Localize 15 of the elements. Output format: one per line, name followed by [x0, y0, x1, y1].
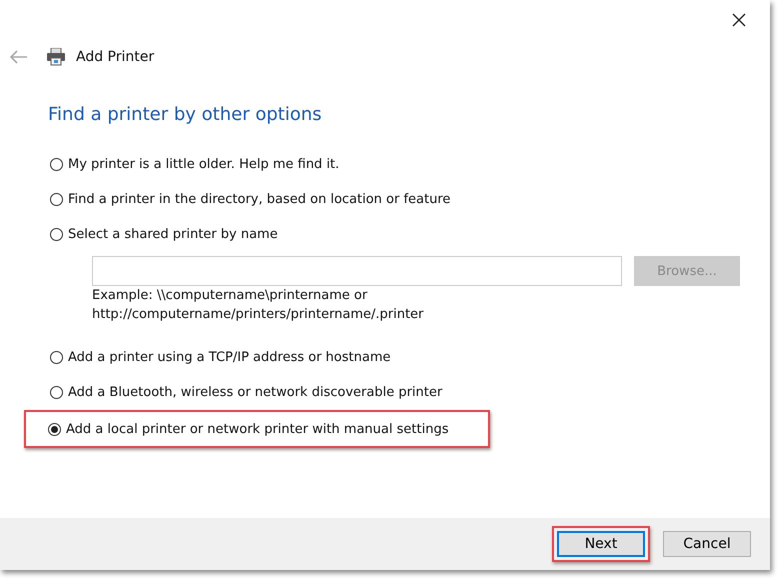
- dialog-button[interactable]: Cancel: [663, 531, 751, 557]
- example-text: http://computername/printers/printername/.printer: [92, 306, 425, 324]
- example-text: Example: \\computername\printername or: [92, 287, 368, 305]
- printer-name-field[interactable]: [92, 256, 622, 286]
- radio-option[interactable]: Add a Bluetooth, wireless or network discoverable printer: [50, 385, 442, 400]
- radio-option[interactable]: My printer is a little older. Help me find it.: [50, 157, 340, 172]
- radio-option[interactable]: Find a printer in the directory, based on location or feature: [50, 192, 451, 207]
- printer-icon: [46, 48, 66, 66]
- radio-option[interactable]: Select a shared printer by name: [50, 227, 278, 242]
- dialog-button[interactable]: Next: [557, 531, 645, 557]
- window-title: Add Printer: [76, 49, 154, 65]
- radio-option[interactable]: Add a printer using a TCP/IP address or hostname: [50, 350, 391, 365]
- page-heading: Find a printer by other options: [48, 104, 323, 125]
- radio-option[interactable]: Add a local printer or network printer with manual settings: [48, 422, 449, 436]
- close-icon[interactable]: [732, 13, 746, 27]
